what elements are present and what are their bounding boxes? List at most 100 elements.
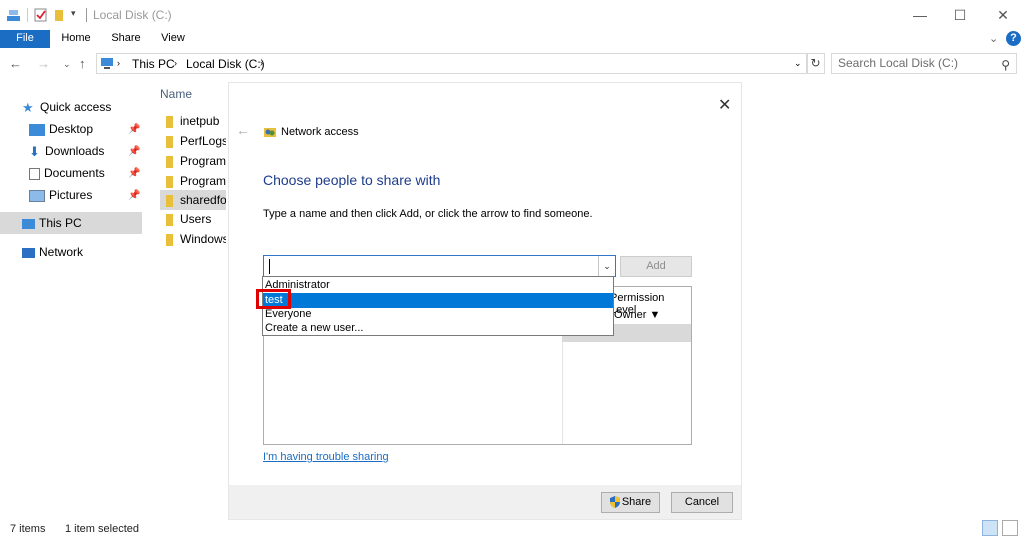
user-name-combobox[interactable]: ⌄ (263, 255, 616, 277)
customize-qa-icon[interactable]: ▾ (71, 8, 76, 19)
breadcrumb-local-disk[interactable]: Local Disk (C:) (186, 57, 265, 71)
share-button[interactable]: Share (601, 492, 660, 513)
pin-icon[interactable]: 📌 (128, 124, 140, 135)
close-icon[interactable]: ✕ (980, 0, 1024, 30)
trouble-sharing-link[interactable]: I'm having trouble sharing (263, 451, 389, 463)
folder-icon (166, 175, 173, 188)
properties-check-icon[interactable] (34, 7, 48, 23)
dropdown-arrow-icon[interactable]: ⌄ (598, 256, 615, 276)
sidebar-item-desktop[interactable]: Desktop (29, 118, 93, 140)
address-history-icon[interactable]: ⌄ (794, 58, 802, 69)
pin-icon[interactable]: 📌 (128, 168, 140, 179)
permission-dropdown-icon[interactable]: ▼ (649, 309, 660, 321)
recent-locations-icon[interactable]: ⌄ (63, 59, 71, 70)
this-pc-icon (101, 58, 113, 69)
search-input[interactable]: Search Local Disk (C:) ⚲ (831, 53, 1017, 74)
title-separator (86, 8, 87, 22)
sidebar-item-downloads[interactable]: ⬇ Downloads (29, 140, 104, 162)
file-item-windows[interactable]: Windows (160, 229, 226, 249)
computer-icon (22, 218, 35, 229)
download-icon: ⬇ (29, 143, 40, 159)
help-icon[interactable]: ? (1006, 31, 1021, 46)
sidebar-item-this-pc[interactable]: This PC (22, 212, 82, 234)
sidebar-item-label: Desktop (49, 122, 94, 136)
close-icon[interactable]: ✕ (718, 95, 731, 115)
sidebar-item-label: Downloads (45, 144, 105, 158)
sidebar-item-label: Pictures (49, 188, 93, 202)
file-item-label: sharedfolder (180, 193, 226, 207)
file-item-label: inetpub (180, 114, 220, 128)
navigation-pane: ★ Quick access Desktop 📌 ⬇ Downloads 📌 Doc… (0, 80, 150, 510)
breadcrumb-chevron-icon[interactable]: › (260, 58, 263, 68)
forward-icon[interactable]: → (37, 56, 50, 71)
breadcrumb-chevron-icon[interactable]: › (174, 58, 177, 68)
large-icons-view-icon[interactable] (1002, 520, 1018, 536)
star-icon: ★ (22, 99, 34, 115)
network-icon (22, 247, 35, 258)
details-view-icon[interactable] (982, 520, 998, 536)
tab-file[interactable]: File (0, 30, 50, 48)
pictures-icon (29, 189, 45, 202)
uac-shield-icon (609, 496, 620, 509)
folder-icon (166, 213, 173, 226)
file-item-users[interactable]: Users (160, 209, 226, 229)
column-header-name[interactable]: Name (160, 87, 192, 101)
text-caret (269, 259, 270, 274)
dropdown-item-test[interactable]: test (263, 293, 613, 308)
file-item-perflogs[interactable]: PerfLogs (160, 131, 226, 151)
sidebar-item-documents[interactable]: Documents (29, 162, 105, 184)
quick-access[interactable]: ★ Quick access (22, 96, 111, 118)
sidebar-item-label: This PC (39, 216, 82, 230)
folder-icon (166, 135, 173, 148)
address-bar[interactable]: › This PC › Local Disk (C:) › ⌄ (96, 53, 808, 74)
folder-icon (166, 115, 173, 128)
highlight-annotation-box (256, 289, 291, 309)
dialog-instruction: Type a name and then click Add, or click… (263, 208, 593, 220)
properties-icon[interactable] (6, 7, 22, 23)
file-item-sharedfolder[interactable]: sharedfolder (160, 190, 226, 210)
file-item-program-files-x86[interactable]: Program Files (x86) (160, 171, 226, 191)
pin-icon[interactable]: 📌 (128, 146, 140, 157)
sidebar-item-label: Documents (44, 166, 105, 180)
dialog-footer (229, 485, 741, 519)
sidebar-item-pictures[interactable]: Pictures (29, 184, 92, 206)
grid-permission-value[interactable]: Owner ▼ (614, 309, 660, 321)
up-icon[interactable]: ↑ (79, 56, 86, 71)
file-item-label: Program Files (x86) (180, 174, 226, 188)
folder-icon (166, 233, 173, 246)
title-bar: ▾ Local Disk (C:) — ☐ ✕ (0, 0, 1024, 30)
cancel-button[interactable]: Cancel (671, 492, 733, 513)
back-icon[interactable]: ← (9, 56, 22, 71)
breadcrumb-chevron-icon[interactable]: › (117, 58, 120, 68)
add-button[interactable]: Add (620, 256, 692, 277)
dropdown-item-create-user[interactable]: Create a new user... (263, 321, 613, 336)
status-selection: 1 item selected (65, 523, 139, 535)
dialog-heading: Choose people to share with (263, 172, 441, 188)
refresh-icon[interactable]: ↻ (806, 53, 825, 74)
dropdown-item-everyone[interactable]: Everyone (263, 307, 613, 322)
tab-view[interactable]: View (155, 30, 191, 48)
breadcrumb-this-pc[interactable]: This PC (132, 57, 175, 71)
file-item-program-files[interactable]: Program Files (160, 151, 226, 171)
sidebar-item-network[interactable]: Network (22, 241, 83, 263)
tab-home[interactable]: Home (56, 30, 96, 48)
file-item-label: PerfLogs (180, 134, 226, 148)
quick-access-label: Quick access (40, 100, 112, 114)
ribbon: File Home Share View ⌄ (0, 30, 1024, 48)
file-item-label: Program Files (180, 154, 226, 168)
expand-ribbon-icon[interactable]: ⌄ (989, 32, 998, 45)
dropdown-item-administrator[interactable]: Administrator (263, 278, 613, 293)
sidebar-item-label: Network (39, 245, 84, 259)
qa-separator (27, 8, 28, 22)
pin-icon[interactable]: 📌 (128, 190, 140, 201)
share-button-label: Share (621, 496, 652, 508)
new-folder-icon[interactable] (53, 7, 65, 23)
grid-permission-text: Owner (614, 309, 647, 321)
back-icon[interactable]: ← (236, 122, 250, 138)
file-item-inetpub[interactable]: inetpub (160, 111, 226, 131)
tab-share[interactable]: Share (106, 30, 146, 48)
maximize-icon[interactable]: ☐ (937, 0, 983, 30)
search-icon[interactable]: ⚲ (1001, 56, 1010, 75)
window-title: Local Disk (C:) (93, 8, 172, 22)
user-dropdown-list[interactable]: Administrator test Everyone Create a new… (262, 276, 614, 336)
